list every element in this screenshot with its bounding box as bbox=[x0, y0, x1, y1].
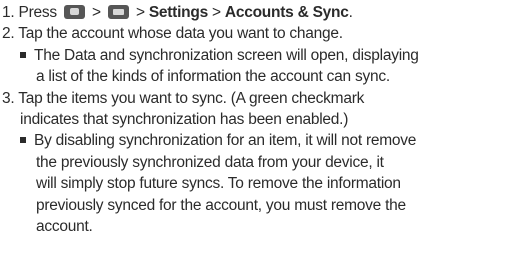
bullet-1-text-2: a list of the kinds of information the a… bbox=[36, 68, 390, 86]
menu-key-icon bbox=[107, 5, 129, 19]
bullet-square-icon bbox=[20, 137, 26, 144]
bullet-2-line-5: account. bbox=[2, 216, 522, 237]
step-1: 1. Press > > Settings > Accounts & Sync. bbox=[2, 2, 522, 23]
step-3-number: 3. bbox=[2, 89, 15, 107]
step-1-separator-2: > bbox=[135, 4, 145, 21]
home-key-icon bbox=[63, 5, 85, 19]
bullet-1-line-1: The Data and synchronization screen will… bbox=[2, 45, 522, 66]
bullet-square-icon bbox=[20, 51, 26, 58]
bullet-2-line-4: previously synced for the account, you m… bbox=[2, 195, 522, 216]
bullet-2-line-1: By disabling synchronization for an item… bbox=[2, 130, 522, 151]
bullet-1-text-1: The Data and synchronization screen will… bbox=[34, 46, 419, 64]
step-1-number: 1. bbox=[2, 4, 15, 21]
step-3-text-2: indicates that synchronization has been … bbox=[20, 110, 349, 128]
instructions-document: 1. Press > > Settings > Accounts & Sync.… bbox=[2, 2, 522, 237]
step-2-text: Tap the account whose data you want to c… bbox=[18, 25, 343, 43]
bullet-2-line-2: the previously synchronized data from yo… bbox=[2, 152, 522, 173]
bullet-2-text-2: the previously synchronized data from yo… bbox=[36, 153, 384, 171]
step-1-separator-3: > bbox=[212, 4, 221, 21]
step-3-text-1: Tap the items you want to sync. (A green… bbox=[18, 89, 365, 107]
bullet-1-line-2: a list of the kinds of information the a… bbox=[2, 66, 522, 87]
bullet-2-text-5: account. bbox=[36, 217, 93, 235]
bullet-2-text-4: previously synced for the account, you m… bbox=[36, 196, 406, 214]
step-3-line-2: indicates that synchronization has been … bbox=[2, 109, 522, 130]
step-3: 3. Tap the items you want to sync. (A gr… bbox=[2, 88, 522, 109]
step-1-separator-1: > bbox=[92, 4, 101, 21]
step-2-number: 2. bbox=[2, 25, 15, 43]
bullet-2-text-3: will simply stop future syncs. To remove… bbox=[36, 175, 401, 193]
step-1-period: . bbox=[348, 4, 353, 21]
step-2: 2. Tap the account whose data you want t… bbox=[2, 23, 522, 44]
accounts-sync-label: Accounts & Sync bbox=[224, 4, 349, 21]
settings-label: Settings bbox=[148, 4, 208, 21]
bullet-2-text-1: By disabling synchronization for an item… bbox=[34, 132, 417, 150]
bullet-2-line-3: will simply stop future syncs. To remove… bbox=[2, 173, 522, 194]
step-1-press: Press bbox=[18, 4, 58, 21]
